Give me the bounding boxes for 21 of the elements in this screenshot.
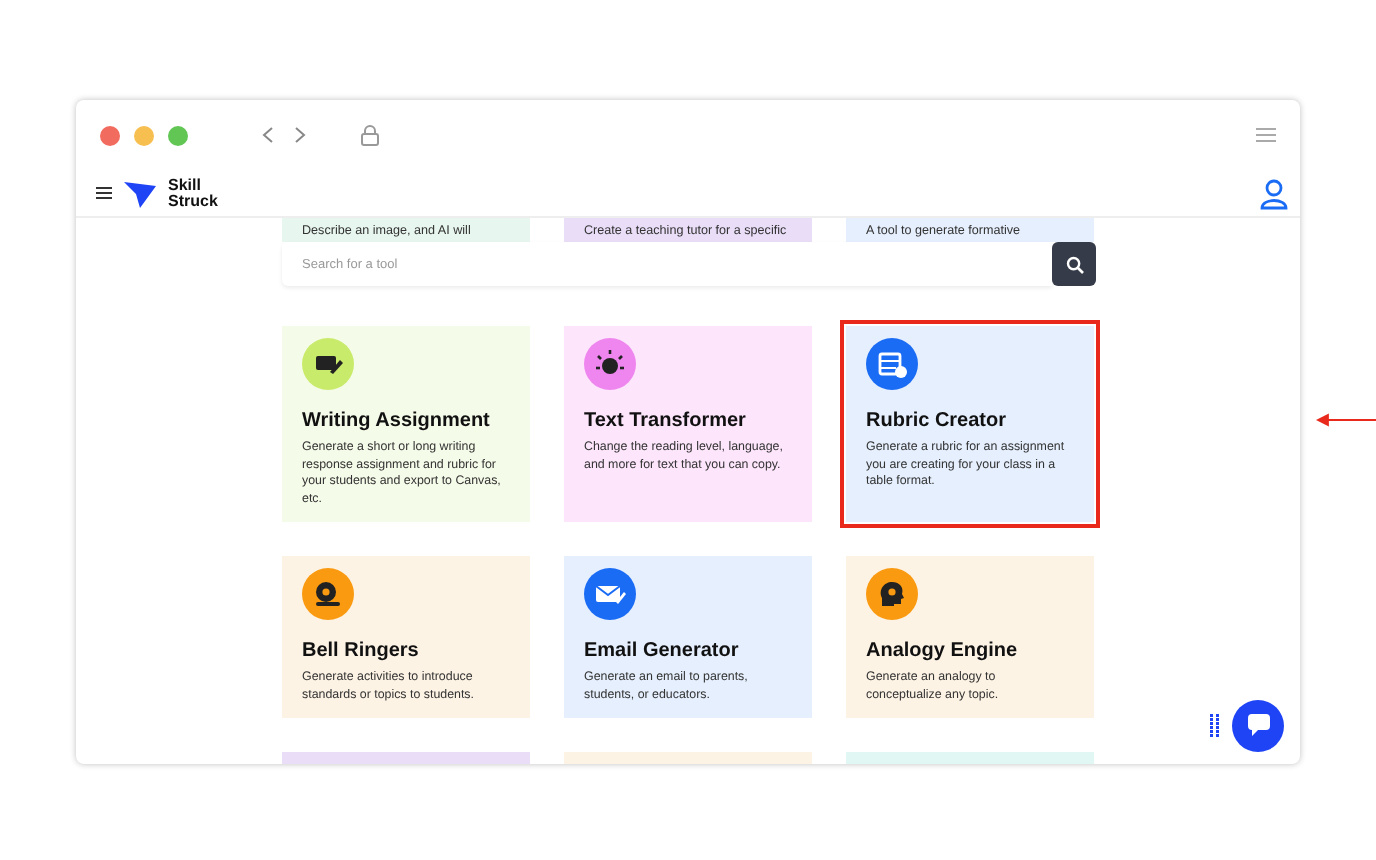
back-icon[interactable]: [262, 126, 274, 144]
arrow-icon: [1316, 408, 1376, 432]
card-title: Writing Assignment: [302, 410, 492, 432]
user-icon[interactable]: [1260, 177, 1288, 209]
window-control[interactable]: [100, 125, 120, 145]
forward-icon[interactable]: [294, 126, 306, 144]
search-icon: [1065, 255, 1083, 273]
card-title: Text Transformer: [584, 410, 748, 432]
brand-name: Skill Struck: [168, 177, 220, 209]
card-title: Email Generator: [584, 640, 741, 662]
chat-icon: [1245, 714, 1271, 738]
card-title: Analogy Engine: [866, 640, 1020, 662]
menu-icon[interactable]: [96, 186, 112, 200]
logo-icon: [124, 177, 156, 209]
card-title: Rubric Creator: [866, 410, 1009, 432]
lock-icon: [360, 124, 380, 146]
drag-handle-icon[interactable]: [1210, 714, 1220, 738]
chat-button[interactable]: [1232, 700, 1284, 752]
card-title: Bell Ringers: [302, 640, 421, 662]
window-control[interactable]: [168, 125, 188, 145]
search-button[interactable]: [1052, 242, 1096, 286]
